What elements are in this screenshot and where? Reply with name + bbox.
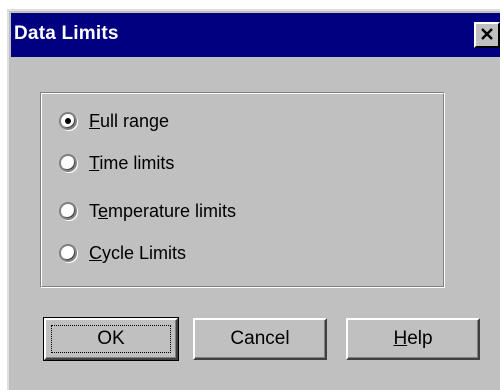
radio-cycle-limits[interactable]: Cycle Limits: [59, 241, 186, 265]
radio-temperature-limits[interactable]: Temperature limits: [59, 199, 236, 223]
close-icon: [481, 28, 493, 40]
radio-full-range[interactable]: Full range: [59, 109, 169, 133]
radio-button-time-limits[interactable]: [59, 154, 77, 172]
help-button-label: Help: [393, 328, 433, 349]
radio-time-limits[interactable]: Time limits: [59, 151, 174, 175]
radio-label-full-range: Full range: [89, 110, 170, 131]
radio-label-temperature-limits: Temperature limits: [89, 200, 237, 221]
close-button[interactable]: [474, 22, 500, 48]
dialog-title: Data Limits: [14, 23, 119, 44]
radio-button-cycle-limits[interactable]: [59, 244, 77, 262]
ok-button[interactable]: OK: [43, 317, 179, 361]
cancel-button-label: Cancel: [230, 328, 290, 349]
help-button[interactable]: Help: [346, 318, 480, 360]
title-bar[interactable]: Data Limits: [11, 13, 500, 57]
radio-button-full-range[interactable]: [59, 112, 77, 130]
radio-selected-dot: [65, 118, 71, 124]
data-limits-dialog: Data Limits Full range Time limits Tempe…: [7, 9, 500, 390]
radio-button-temperature-limits[interactable]: [59, 202, 77, 220]
cancel-button[interactable]: Cancel: [193, 318, 327, 360]
radio-label-time-limits: Time limits: [89, 152, 175, 173]
ok-button-label: OK: [97, 328, 125, 349]
radio-label-cycle-limits: Cycle Limits: [89, 242, 187, 263]
